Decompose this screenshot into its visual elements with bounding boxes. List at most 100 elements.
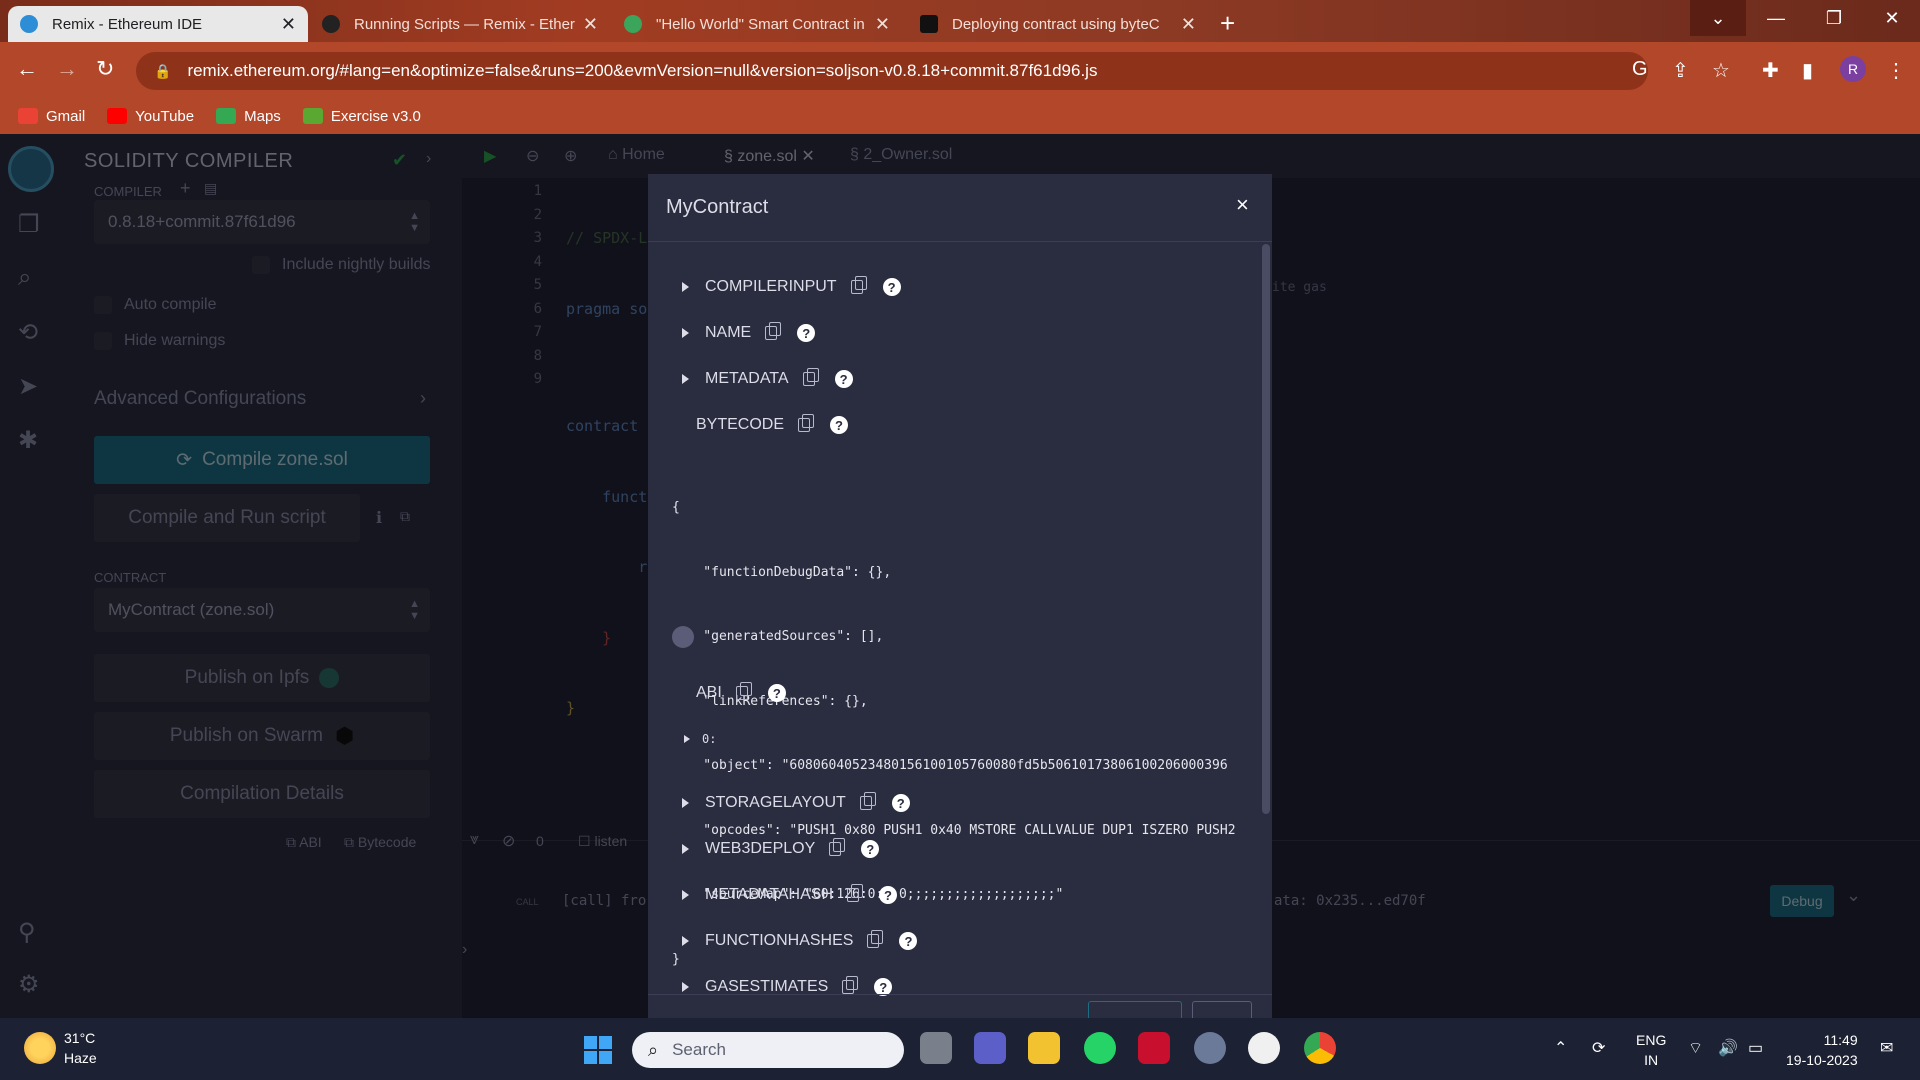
file-explorer-app-icon[interactable]: [1028, 1032, 1060, 1064]
clock-date: 19-10-2023: [1786, 1052, 1858, 1068]
close-icon[interactable]: ×: [1236, 192, 1249, 218]
battery-icon[interactable]: ▭: [1748, 1038, 1763, 1058]
section-abi[interactable]: ABI ?: [696, 682, 786, 702]
copy-icon[interactable]: [867, 930, 884, 948]
volume-icon[interactable]: 🔊: [1718, 1038, 1738, 1058]
help-icon[interactable]: ?: [882, 278, 901, 296]
help-icon[interactable]: ?: [861, 840, 880, 858]
notifications-icon[interactable]: ✉: [1880, 1038, 1893, 1058]
copy-icon[interactable]: [850, 276, 867, 294]
modal-scrollbar[interactable]: [1262, 244, 1270, 814]
caret-right-icon: [682, 936, 689, 946]
share-icon[interactable]: ⇪: [1672, 58, 1689, 83]
bookmark-star-icon[interactable]: ☆: [1712, 58, 1730, 83]
help-icon[interactable]: ?: [899, 932, 918, 950]
teams-chat-icon[interactable]: [974, 1032, 1006, 1064]
section-metadatahash[interactable]: METADATAHASH ?: [682, 884, 898, 904]
tray-chevron-up-icon[interactable]: ⌃: [1554, 1038, 1567, 1058]
clock-time: 11:49: [1823, 1032, 1858, 1048]
close-window-icon[interactable]: ✕: [1864, 0, 1920, 36]
wifi-icon[interactable]: ⌔: [1688, 1038, 1703, 1058]
scroll-indicator[interactable]: [672, 626, 694, 648]
restore-icon[interactable]: ❐: [1806, 0, 1862, 36]
copy-icon[interactable]: [859, 792, 876, 810]
tab-title: Remix - Ethereum IDE: [52, 15, 203, 33]
section-label: STORAGELAYOUT: [705, 794, 846, 811]
remix-favicon-icon: [20, 15, 38, 33]
section-storagelayout[interactable]: STORAGELAYOUT ?: [682, 792, 910, 812]
help-icon[interactable]: ?: [879, 886, 898, 904]
copy-icon[interactable]: [765, 322, 782, 340]
taskbar-search[interactable]: ⌕ Search: [632, 1032, 904, 1068]
bookmark-exercise[interactable]: Exercise v3.0: [302, 108, 421, 125]
section-name[interactable]: NAME ?: [682, 322, 816, 342]
extensions-icon[interactable]: ✚: [1762, 58, 1779, 83]
windows-start-icon[interactable]: [584, 1036, 612, 1064]
windows-taskbar: 31°C Haze ⌕ Search ⌃ ⟳ ENG IN ⌔ 🔊 ▭ 11:4…: [0, 1018, 1920, 1080]
weather-temperature: 31°C: [64, 1030, 96, 1046]
section-functionhashes[interactable]: FUNCTIONHASHES ?: [682, 930, 918, 950]
system-clock[interactable]: 11:49 19-10-2023: [1786, 1030, 1858, 1070]
google-icon[interactable]: G: [1632, 58, 1648, 81]
tab-close-icon[interactable]: ✕: [1181, 14, 1196, 35]
tab-close-icon[interactable]: ✕: [281, 14, 296, 35]
copy-icon[interactable]: [842, 976, 859, 994]
caret-right-icon: [682, 328, 689, 338]
copy-icon[interactable]: [735, 682, 752, 700]
bookmark-maps[interactable]: Maps: [216, 108, 281, 125]
side-panel-icon[interactable]: ▮: [1802, 58, 1813, 83]
help-icon[interactable]: ?: [767, 684, 786, 702]
json-line: {: [672, 500, 680, 515]
back-icon[interactable]: ←: [16, 56, 38, 82]
whatsapp-icon[interactable]: [1084, 1032, 1116, 1064]
tab-close-icon[interactable]: ✕: [583, 14, 598, 35]
section-label: BYTECODE: [696, 416, 785, 433]
modal-cancel-button[interactable]: [1192, 1001, 1252, 1018]
bytecode-json: { "functionDebugData": {}, "generatedSou…: [672, 454, 1256, 1013]
abi-item-0[interactable]: 0:: [684, 732, 716, 746]
menu-kebab-icon[interactable]: ⋮: [1886, 58, 1906, 83]
copy-icon[interactable]: [847, 884, 864, 902]
profile-avatar[interactable]: R: [1840, 56, 1866, 82]
sync-icon[interactable]: ⟳: [1592, 1038, 1605, 1058]
reload-icon[interactable]: ↻: [96, 56, 114, 82]
copy-icon[interactable]: [802, 368, 819, 386]
help-icon[interactable]: ?: [797, 324, 816, 342]
chrome-icon[interactable]: [1304, 1032, 1336, 1064]
section-metadata[interactable]: METADATA ?: [682, 368, 853, 388]
copy-icon[interactable]: [829, 838, 846, 856]
weather-sun-icon[interactable]: [24, 1032, 56, 1064]
copy-icon[interactable]: [798, 414, 815, 432]
browser-tab-remix[interactable]: Remix - Ethereum IDE ✕: [8, 6, 308, 42]
browser-tab-hello-world[interactable]: "Hello World" Smart Contract in ✕: [612, 6, 902, 42]
bookmark-youtube[interactable]: YouTube: [107, 108, 194, 125]
browser-tab-running-scripts[interactable]: Running Scripts — Remix - Ether ✕: [310, 6, 610, 42]
address-bar[interactable]: 🔒 remix.ethereum.org/#lang=en&optimize=f…: [136, 52, 1648, 90]
mcafee-icon[interactable]: [1138, 1032, 1170, 1064]
section-web3deploy[interactable]: WEB3DEPLOY ?: [682, 838, 880, 858]
language-indicator[interactable]: ENG IN: [1636, 1030, 1666, 1070]
bookmark-label: Maps: [244, 107, 281, 125]
section-compilerinput[interactable]: COMPILERINPUT ?: [682, 276, 901, 296]
caret-right-icon: [684, 735, 690, 743]
youtube-icon: [107, 108, 128, 124]
modal-header: MyContract ×: [648, 174, 1272, 242]
tab-search-icon[interactable]: ⌄: [1690, 0, 1746, 36]
settings-app-icon[interactable]: [1194, 1032, 1226, 1064]
tab-close-icon[interactable]: ✕: [875, 14, 890, 35]
help-icon[interactable]: ?: [834, 370, 853, 388]
help-icon[interactable]: ?: [830, 416, 849, 434]
browser-tab-deploying[interactable]: Deploying contract using byteC ✕: [908, 6, 1208, 42]
url-text: remix.ethereum.org/#lang=en&optimize=fal…: [187, 61, 1098, 80]
task-view-icon[interactable]: [920, 1032, 952, 1064]
forward-icon[interactable]: →: [56, 56, 78, 82]
github-favicon-icon: [322, 15, 340, 33]
minimize-icon[interactable]: —: [1748, 0, 1804, 36]
bookmark-gmail[interactable]: Gmail: [18, 108, 85, 125]
github-desktop-icon[interactable]: [1248, 1032, 1280, 1064]
new-tab-icon[interactable]: +: [1220, 8, 1235, 39]
help-icon[interactable]: ?: [891, 794, 910, 812]
section-label: ABI: [696, 684, 722, 701]
section-bytecode[interactable]: BYTECODE ?: [696, 414, 849, 434]
modal-ok-button[interactable]: [1088, 1001, 1182, 1018]
